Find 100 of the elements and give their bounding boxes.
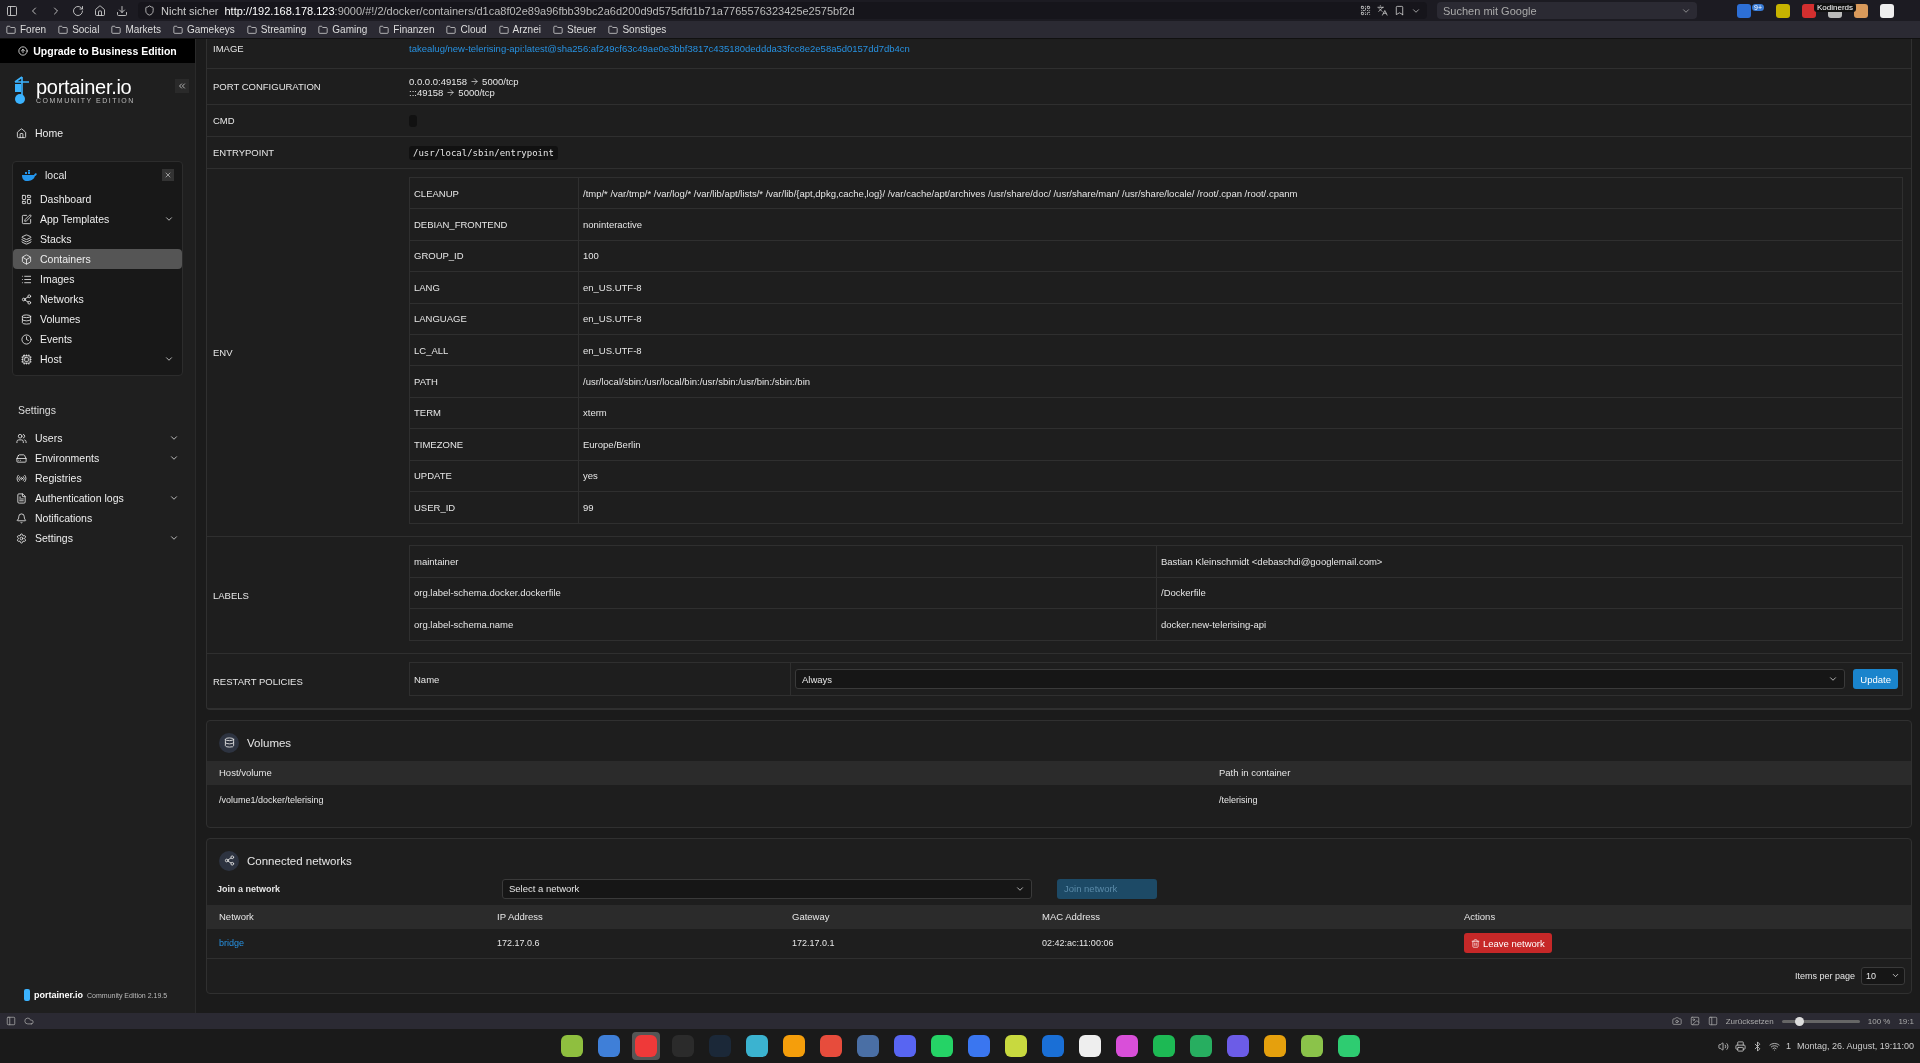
panel-icon xyxy=(6,1016,16,1026)
nav-item[interactable]: Settings xyxy=(8,528,187,548)
extension-icon[interactable] xyxy=(1880,3,1894,18)
table-cell-text: /telerising xyxy=(1218,794,1259,805)
leave-network-button[interactable]: Leave network xyxy=(1464,933,1552,954)
nav-item[interactable]: Host xyxy=(13,349,182,369)
table-cell: /tmp/* /var/tmp/* /var/log/* /var/lib/apt/lists/* /var/lib/{apt,dpkg,cache,log}/ /var/cache/apt/archives /usr/share/doc/ /usr/share/man/ /usr/share/locale/ /root/.cpan /root/.cpanm xyxy=(578,178,1902,209)
arrow-up-icon xyxy=(18,46,29,56)
security-label: Nicht sicher xyxy=(161,4,219,17)
port-text: 5000/tcp xyxy=(482,75,519,87)
nav-item[interactable]: Environments xyxy=(8,448,187,468)
image-link[interactable]: takealug/new-telerising-api:latest@sha256:af249cf63c49ae0e3bbf3817c435180deddda33fcc8e2e58a5d0157dd7db4cn xyxy=(409,43,1909,54)
reset-label[interactable]: Zurücksetzen xyxy=(1725,1016,1774,1026)
table-cell-text: GROUP_ID xyxy=(413,249,465,264)
logo-icon xyxy=(24,989,30,1001)
tooltip: Kodinerds xyxy=(1814,2,1857,12)
nav-icon xyxy=(21,313,32,325)
cloud-icon xyxy=(24,1016,34,1026)
bookmark-folder[interactable]: Cloud xyxy=(446,24,487,35)
extension-icon[interactable] xyxy=(1776,3,1790,18)
folder-icon xyxy=(6,24,16,35)
port-text: 0.0.0.0:49158 xyxy=(409,75,468,87)
zoom-slider[interactable] xyxy=(1781,1019,1860,1023)
field-label: CMD xyxy=(212,114,236,128)
column-header: MAC Address xyxy=(1041,911,1102,923)
folder-icon xyxy=(498,24,509,35)
extension-icon[interactable] xyxy=(1854,3,1868,18)
table-cell: /usr/local/sbin:/usr/local/bin:/usr/sbin:/usr/bin:/sbin:/bin xyxy=(578,366,1902,397)
nav-item[interactable]: Volumes xyxy=(13,309,182,329)
close-button[interactable] xyxy=(162,169,174,181)
bookmark-folder[interactable]: Gaming xyxy=(318,24,368,35)
table-cell-text: maintainer xyxy=(413,555,460,569)
table-cell: yes xyxy=(578,460,1902,491)
table-cell-text: USER_ID xyxy=(413,501,457,516)
nav-item[interactable]: Stacks xyxy=(13,229,182,249)
table-cell-text: /volume1/docker/telerising xyxy=(218,794,325,805)
shield-icon xyxy=(144,5,155,16)
translate-icon xyxy=(1377,5,1388,16)
nav-item[interactable]: Events xyxy=(13,329,182,349)
nav-item[interactable]: Notifications xyxy=(8,508,187,528)
nav-item[interactable]: Registries xyxy=(8,468,187,488)
bookmark-folder[interactable]: Arznei xyxy=(498,24,541,35)
nav-item[interactable]: Users xyxy=(8,428,187,448)
bookmark-folder[interactable]: Finanzen xyxy=(379,24,435,35)
restart-policy-select[interactable]: Always xyxy=(795,669,1846,690)
table-cell-text: 172.17.0.1 xyxy=(791,938,836,949)
bookmark-folder[interactable]: Foren xyxy=(6,24,47,35)
download-icon xyxy=(116,4,128,17)
bookmark-folder[interactable]: Sonstiges xyxy=(608,24,667,35)
bookmark-folder[interactable]: Markets xyxy=(111,24,161,35)
nav-item[interactable]: Images xyxy=(13,269,182,289)
chevron-down-icon xyxy=(164,214,174,224)
bookmark-folder[interactable]: Streaming xyxy=(246,24,307,35)
network-link[interactable]: bridge xyxy=(211,938,489,949)
nav-item[interactable]: Home xyxy=(8,123,187,143)
arrow-icon xyxy=(446,87,456,97)
table-cell: en_US.UTF-8 xyxy=(578,334,1902,366)
nav-icon xyxy=(21,253,32,265)
nav-item[interactable]: App Templates xyxy=(13,209,182,229)
home-icon xyxy=(94,4,106,17)
nav-icon xyxy=(16,512,27,524)
items-per-page-select[interactable]: 10 xyxy=(1861,966,1905,985)
table-cell-text: 172.17.0.6 xyxy=(496,938,541,949)
wifi-icon xyxy=(1769,1040,1781,1052)
column-header: Network xyxy=(218,911,255,923)
folder-icon xyxy=(111,24,122,35)
bookmark-folder[interactable]: Steuer xyxy=(552,24,597,35)
nav-icon xyxy=(21,213,32,225)
table-cell-text: CLEANUP xyxy=(413,186,460,201)
trash-icon xyxy=(1471,938,1480,948)
nav-icon xyxy=(16,532,27,544)
field-label: Items per page xyxy=(1794,970,1855,981)
nav-icon xyxy=(16,472,27,484)
reload-icon xyxy=(72,4,84,17)
nav-item[interactable]: Containers xyxy=(13,249,182,269)
network-select[interactable]: Select a network xyxy=(502,878,1032,899)
table-cell: Bastian Kleinschmidt <debaschdi@googlemail.com> xyxy=(1156,546,1902,577)
bookmark-folder[interactable]: Social xyxy=(58,24,100,35)
nav-icon xyxy=(16,432,27,444)
table-cell-text: DEBIAN_FRONTEND xyxy=(413,218,509,233)
url-text[interactable]: http://192.168.178.123:9000/#!/2/docker/containers/d1ca8f02e89a96fbb39bc2a6d200d9d575dfd1b71a7765576323425e2575bf2d xyxy=(224,4,855,17)
nav-icon xyxy=(21,353,32,365)
nav-icon xyxy=(21,233,32,245)
field-label: ENV xyxy=(212,346,234,361)
nav-item[interactable]: Authentication logs xyxy=(8,488,187,508)
nav-icon xyxy=(21,333,32,345)
upgrade-link[interactable]: Upgrade to Business Edition xyxy=(0,39,195,63)
table-cell-text: Name xyxy=(413,672,441,687)
bookmark-folder[interactable]: Gamekeys xyxy=(172,24,235,35)
update-button[interactable]: Update xyxy=(1853,669,1898,690)
chevron-down-icon xyxy=(164,354,174,364)
printer-icon xyxy=(1735,1040,1747,1052)
logo-text: portainer.io xyxy=(36,76,133,97)
nav-item[interactable]: Networks xyxy=(13,289,182,309)
slider-thumb[interactable] xyxy=(1794,1016,1804,1026)
table-cell: 100 xyxy=(578,240,1902,272)
nav-item[interactable]: Dashboard xyxy=(13,189,182,209)
table-cell: noninteractive xyxy=(578,209,1902,240)
collapse-button[interactable] xyxy=(175,79,189,93)
search-field[interactable]: Suchen mit Google xyxy=(1437,2,1697,19)
